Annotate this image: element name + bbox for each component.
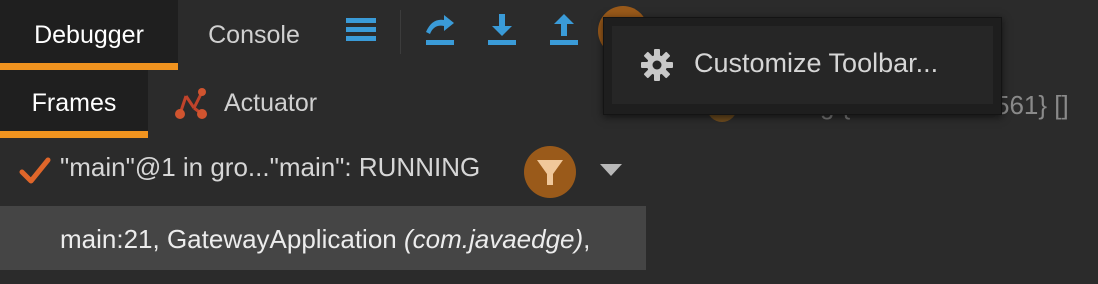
frame-package: (com.javaedge) [403,224,584,254]
frame-text: main:21, GatewayApplication (com.javaedg… [60,224,590,255]
tab-console-label: Console [208,21,300,49]
tab-actuator[interactable]: Actuator [172,70,372,138]
variables-pane [646,138,1098,284]
tab-debugger-label: Debugger [34,21,144,49]
variable-peek-value: 561} [] [995,90,1069,120]
chevron-down-icon[interactable] [598,160,624,180]
customize-toolbar-label: Customize Toolbar... [694,48,939,78]
tab-actuator-label: Actuator [224,89,318,117]
step-out-icon[interactable] [546,12,582,48]
tab-frames[interactable]: Frames [0,70,148,138]
menu-icon[interactable] [344,12,380,48]
tab-frames-label: Frames [31,89,117,117]
gear-icon [641,49,673,81]
customize-toolbar-menu-item[interactable]: Customize Toolbar... [612,26,993,104]
stack-frame-row[interactable]: main:21, GatewayApplication (com.javaedg… [0,206,646,270]
checkmark-icon [19,157,51,184]
step-into-icon[interactable] [484,12,520,48]
toolbar-separator [400,10,401,54]
tab-console[interactable]: Console [178,0,330,70]
step-over-icon[interactable] [422,12,458,48]
thread-selector[interactable]: "main"@1 in gro..."main": RUNNING [0,140,646,202]
thread-label: "main"@1 in gro..."main": RUNNING [60,152,481,182]
active-tab-indicator [0,63,178,70]
active-subtab-indicator [0,131,148,138]
context-menu: Customize Toolbar... [603,17,1002,115]
actuator-icon [175,88,207,119]
filter-icon [537,160,563,185]
tab-debugger[interactable]: Debugger [0,0,178,70]
frame-suffix: , [583,224,591,254]
frame-location: main:21, GatewayApplication [60,224,404,254]
filter-button[interactable] [524,146,576,198]
